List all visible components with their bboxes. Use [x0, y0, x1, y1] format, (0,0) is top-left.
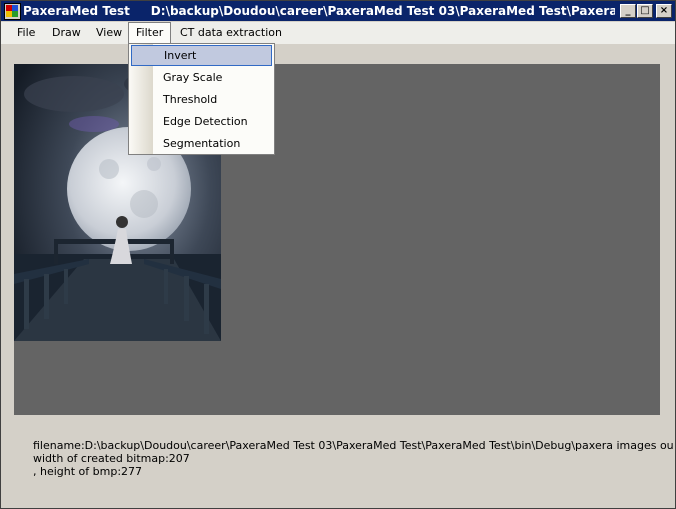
- title-bar[interactable]: PaxeraMed Test D:\backup\Doudou\career\P…: [1, 1, 675, 21]
- menu-item-edge-detection[interactable]: Edge Detection: [131, 111, 272, 132]
- menu-file[interactable]: File: [10, 22, 42, 44]
- menu-ct-data-extraction[interactable]: CT data extraction: [173, 22, 289, 44]
- menu-filter[interactable]: Filter: [128, 22, 172, 43]
- menu-view[interactable]: View: [89, 22, 129, 44]
- status-width: width of created bitmap:207: [33, 452, 190, 465]
- menu-item-segmentation[interactable]: Segmentation: [131, 133, 272, 154]
- minimize-button[interactable]: _: [620, 4, 636, 18]
- window-title: PaxeraMed Test D:\backup\Doudou\career\P…: [23, 4, 615, 18]
- menu-item-invert[interactable]: Invert: [131, 45, 272, 66]
- filter-dropdown-menu: Invert Gray Scale Threshold Edge Detecti…: [128, 43, 275, 155]
- picture-box: [14, 64, 660, 415]
- close-button[interactable]: ×: [656, 4, 672, 18]
- menu-bar: File Draw View Filter CT data extraction: [1, 22, 675, 44]
- status-text: filename:D:\backup\Doudou\career\PaxeraM…: [33, 439, 673, 478]
- menu-item-threshold[interactable]: Threshold: [131, 89, 272, 110]
- menu-item-gray-scale[interactable]: Gray Scale: [131, 67, 272, 88]
- app-window: PaxeraMed Test D:\backup\Doudou\career\P…: [0, 0, 676, 509]
- maximize-button[interactable]: □: [637, 4, 653, 18]
- menu-draw[interactable]: Draw: [45, 22, 88, 44]
- status-filename: filename:D:\backup\Doudou\career\PaxeraM…: [33, 439, 673, 452]
- status-height: , height of bmp:277: [33, 465, 143, 478]
- app-icon[interactable]: [4, 3, 21, 20]
